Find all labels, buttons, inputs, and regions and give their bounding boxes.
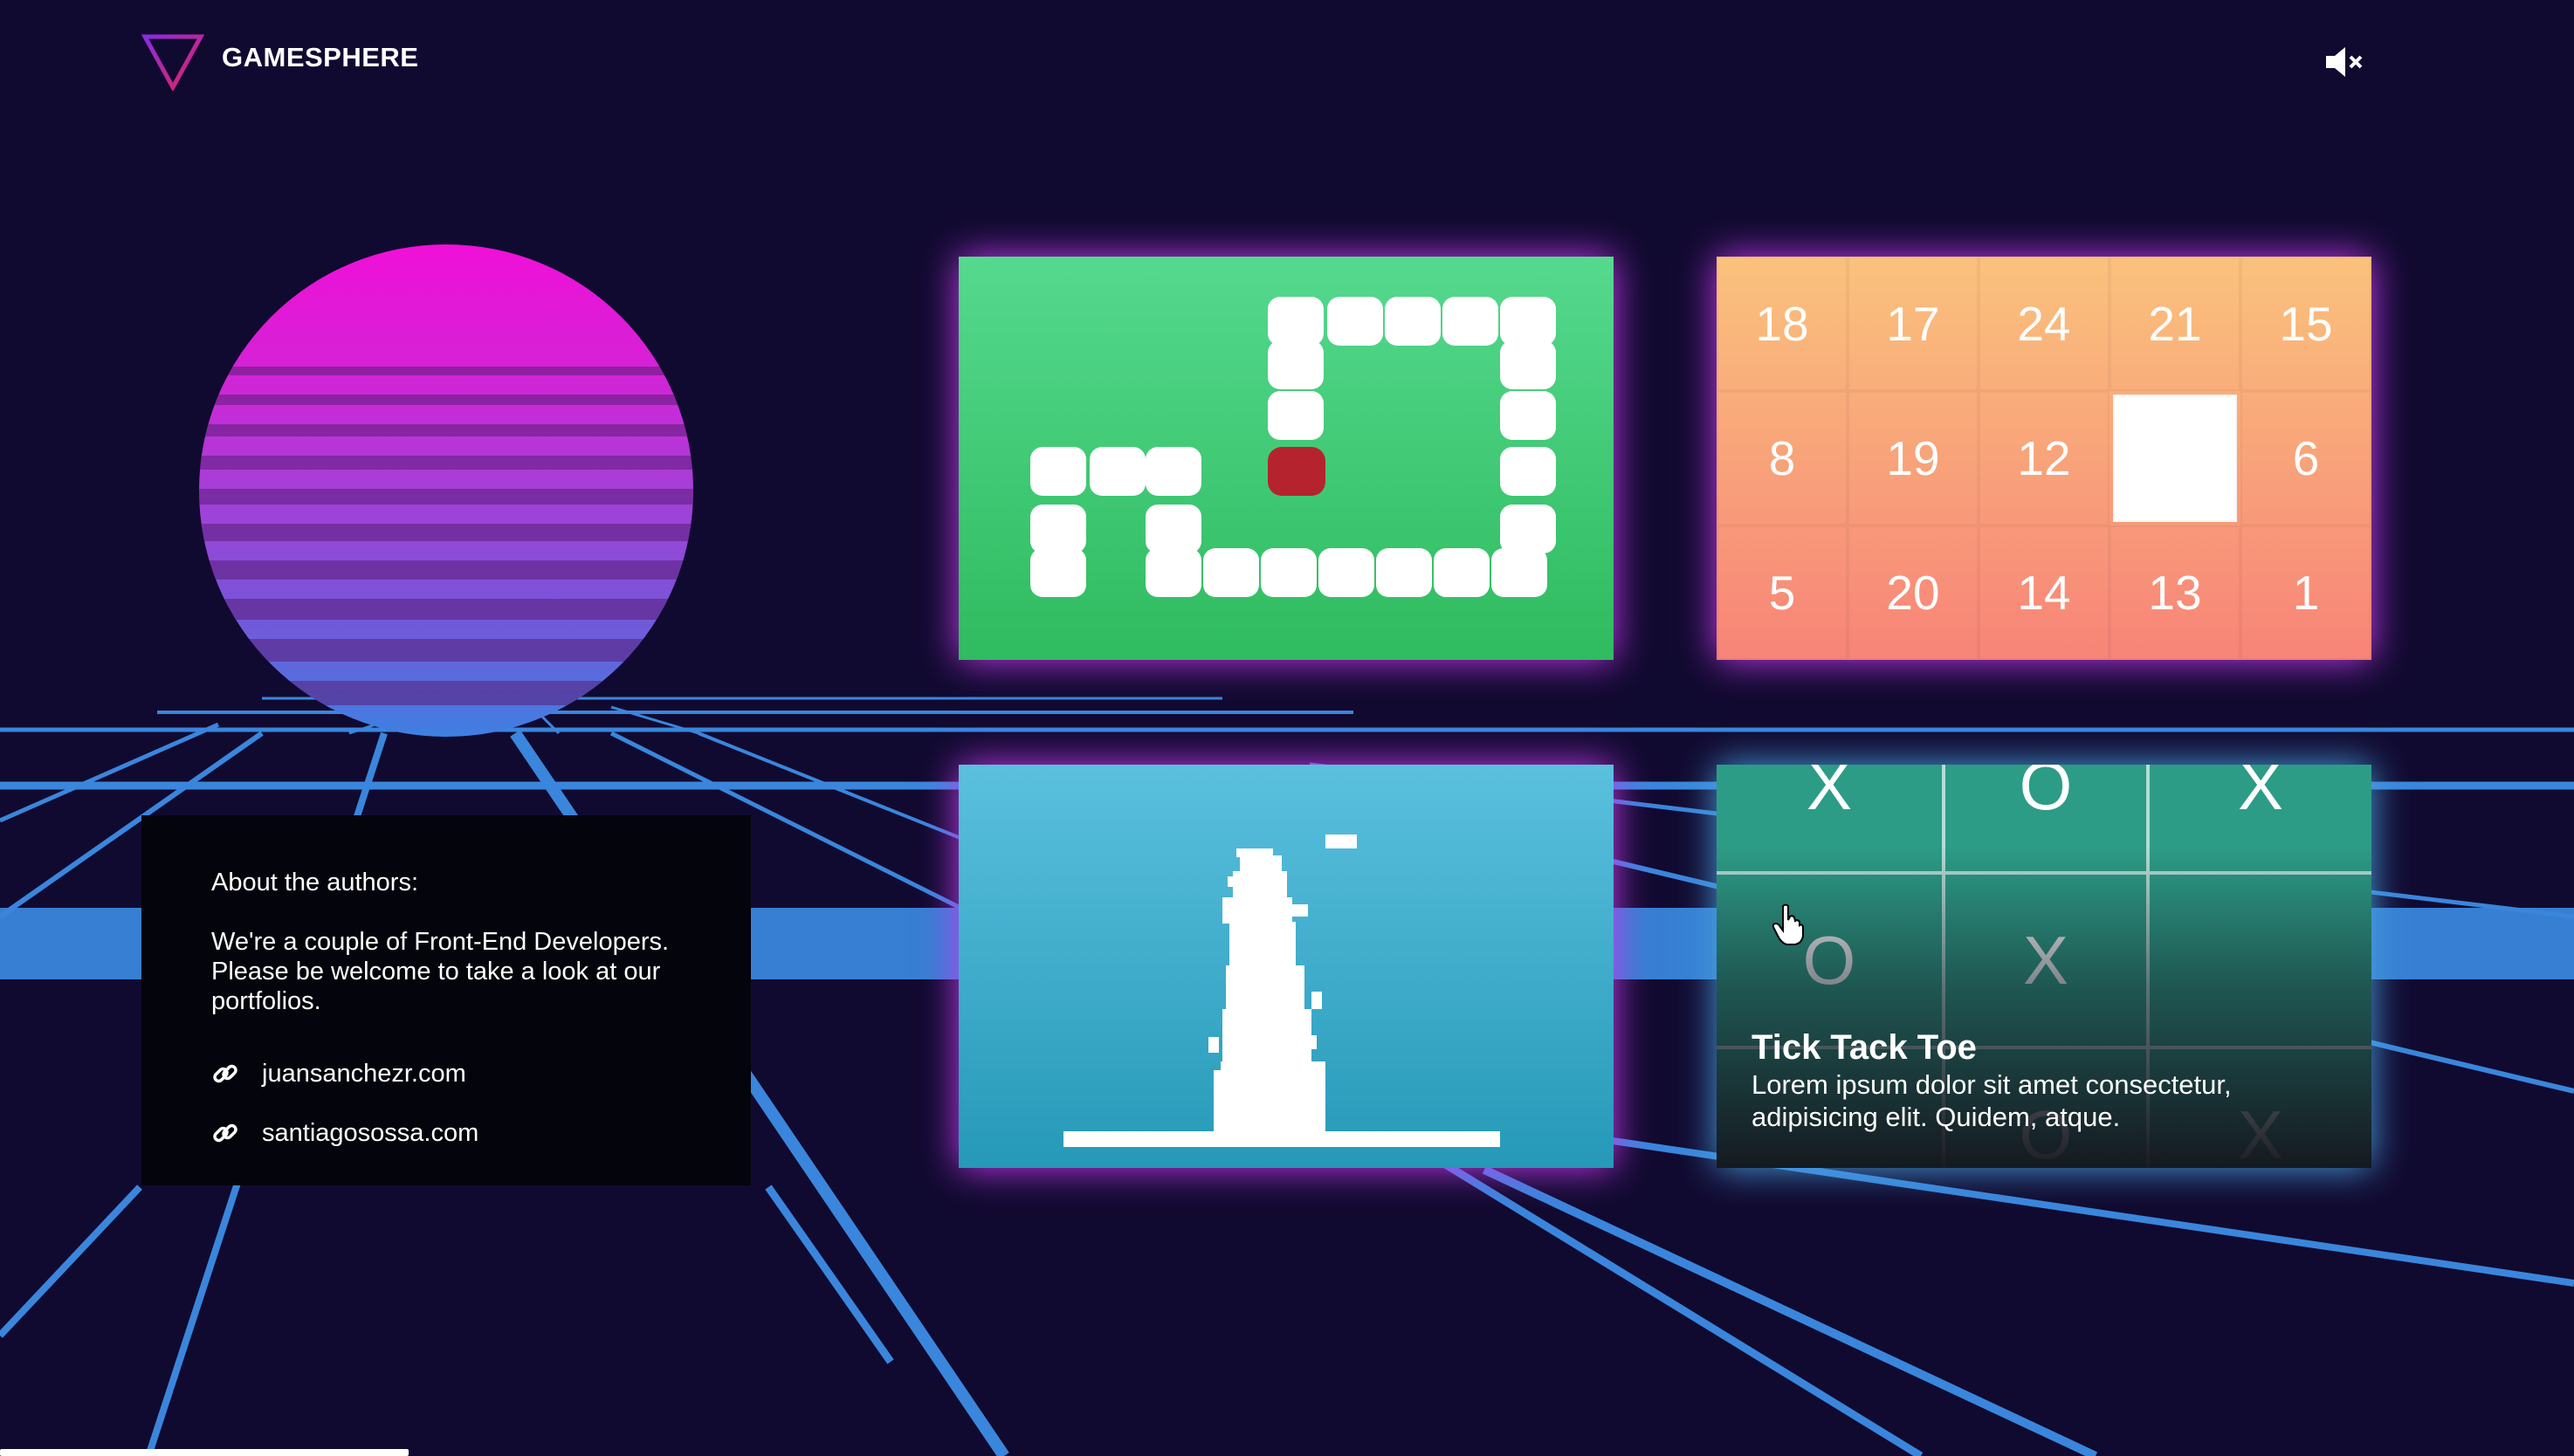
snake-segment — [1146, 548, 1201, 597]
about-authors-panel: About the authors: We're a couple of Fro… — [141, 815, 751, 1185]
puzzle-tile: 14 — [1979, 525, 2109, 660]
puzzle-tile: 18 — [1717, 257, 1848, 391]
snake-segment — [1434, 548, 1490, 597]
snake-segment — [1030, 505, 1086, 553]
snake-food — [1268, 447, 1325, 496]
puzzle-tile: 15 — [2240, 257, 2371, 391]
puzzle-tile: 12 — [1979, 391, 2109, 525]
puzzle-game-card[interactable]: 18 17 24 21 15 8 19 12 6 5 20 14 13 1 — [1717, 257, 2371, 660]
snake-segment — [1261, 548, 1317, 597]
puzzle-tile: 21 — [2109, 257, 2240, 391]
triangle-logo-icon[interactable] — [141, 33, 204, 91]
snake-segment — [1146, 505, 1201, 553]
background-scene: GAMESPHERE About the authors: We're a co… — [0, 0, 2574, 1456]
brand-name[interactable]: GAMESPHERE — [222, 42, 418, 73]
portfolio-link-text[interactable]: juansanchezr.com — [262, 1059, 466, 1089]
snake-segment — [1268, 391, 1324, 440]
puzzle-empty-tile — [2113, 395, 2237, 522]
link-icon — [213, 1064, 237, 1083]
hand-pointer-icon — [1772, 903, 1804, 945]
portfolio-link-text[interactable]: santiagosossa.com — [262, 1118, 478, 1148]
puzzle-tile: 5 — [1717, 525, 1848, 660]
snake-segment — [1146, 447, 1201, 496]
puzzle-tile: 17 — [1848, 257, 1979, 391]
tower-stack-illustration — [1063, 834, 1500, 1147]
tictactoe-game-card[interactable]: X O X O X O X Tick Tack Toe Lorem ipsum … — [1717, 765, 2371, 1168]
about-description: We're a couple of Front-End Developers. … — [211, 928, 670, 1015]
puzzle-tile: 8 — [1717, 391, 1848, 525]
snake-segment — [1327, 297, 1383, 346]
puzzle-board: 18 17 24 21 15 8 19 12 6 5 20 14 13 1 — [1717, 257, 2371, 660]
snake-segment — [1500, 505, 1556, 553]
puzzle-tile: 13 — [2109, 525, 2240, 660]
link-icon — [213, 1123, 237, 1143]
snake-segment — [1030, 447, 1086, 496]
snake-segment — [1491, 548, 1547, 597]
horizontal-scrollbar[interactable] — [0, 1449, 409, 1456]
puzzle-tile: 1 — [2240, 525, 2371, 660]
snake-segment — [1090, 447, 1146, 496]
snake-segment — [1030, 548, 1086, 597]
snake-segment — [1500, 447, 1556, 496]
portfolio-link-juan[interactable]: juansanchezr.com — [211, 1044, 681, 1103]
snake-segment — [1500, 391, 1556, 440]
tower-game-card[interactable] — [959, 765, 1614, 1168]
snake-segment — [1268, 297, 1324, 346]
about-title: About the authors: — [211, 869, 418, 896]
snake-segment — [1500, 340, 1556, 389]
puzzle-tile: 6 — [2240, 391, 2371, 525]
portfolio-link-santiago[interactable]: santiagosossa.com — [211, 1103, 681, 1163]
puzzle-tile: 24 — [1979, 257, 2109, 391]
snake-segment — [1500, 297, 1556, 346]
snake-game-card[interactable] — [959, 257, 1614, 660]
snake-segment — [1385, 297, 1441, 346]
puzzle-tile: 20 — [1848, 525, 1979, 660]
retro-sun — [199, 244, 693, 737]
snake-segment — [1268, 340, 1324, 389]
puzzle-tile: 19 — [1848, 391, 1979, 525]
speaker-muted-icon[interactable] — [2323, 44, 2364, 80]
snake-segment — [1318, 548, 1374, 597]
snake-segment — [1203, 548, 1259, 597]
snake-segment — [1442, 297, 1498, 346]
card-title: Tick Tack Toe — [1752, 1028, 1977, 1067]
snake-segment — [1376, 548, 1432, 597]
card-description: Lorem ipsum dolor sit amet consectetur, … — [1752, 1069, 2232, 1132]
